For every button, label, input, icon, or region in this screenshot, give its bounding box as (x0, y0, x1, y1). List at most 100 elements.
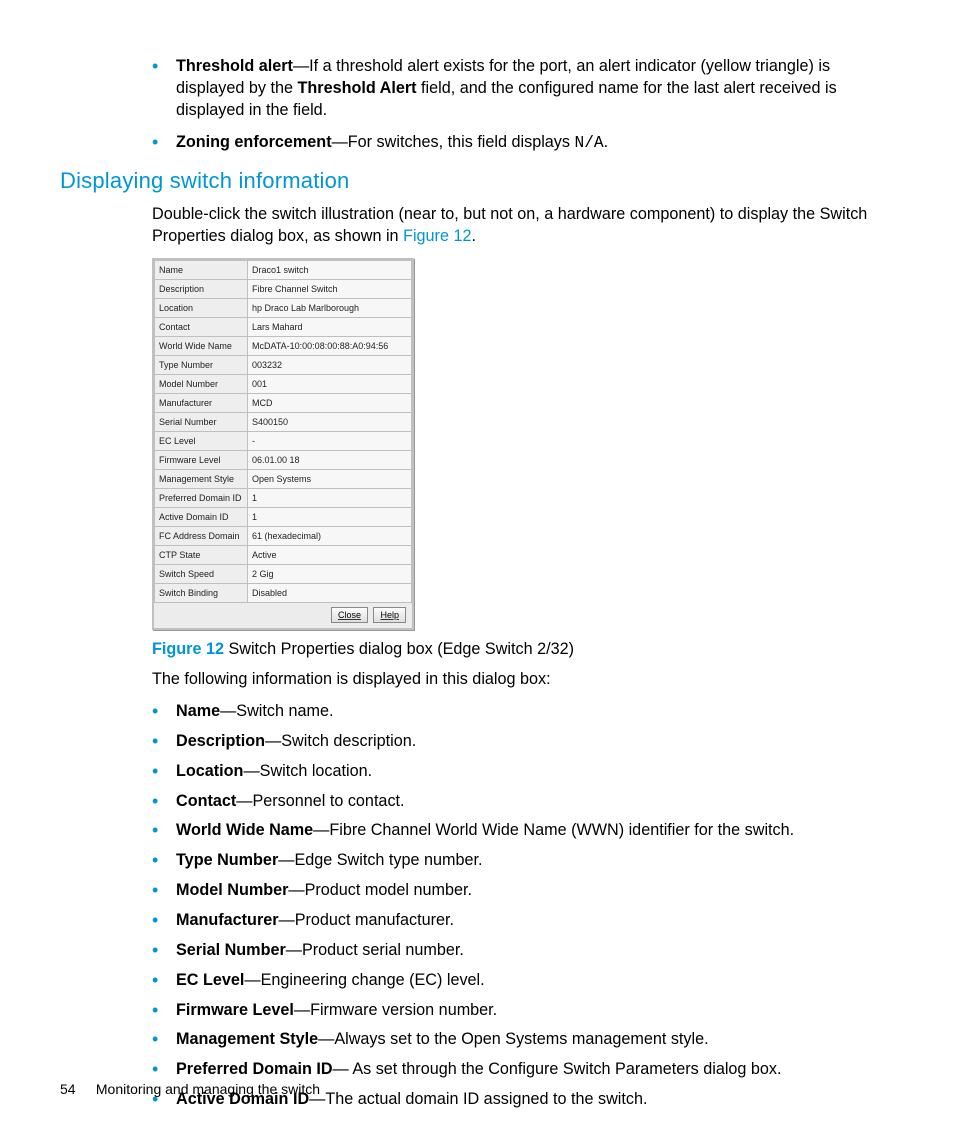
term: Manufacturer (176, 911, 279, 929)
close-button[interactable]: Close (331, 607, 368, 623)
property-value: 003232 (248, 356, 412, 375)
code-text: N/A (575, 134, 604, 152)
property-value: 61 (hexadecimal) (248, 527, 412, 546)
description: — As set through the Configure Switch Pa… (333, 1060, 782, 1078)
list-item: Name—Switch name. (152, 701, 894, 723)
description: —Product manufacturer. (279, 911, 454, 929)
term: Type Number (176, 851, 278, 869)
table-row: FC Address Domain61 (hexadecimal) (155, 527, 412, 546)
table-row: Firmware Level06.01.00 18 (155, 451, 412, 470)
list-item: Threshold alert—If a threshold alert exi… (152, 56, 894, 122)
page-footer: 54 Monitoring and managing the switch (60, 1081, 320, 1097)
term: EC Level (176, 971, 244, 989)
term: Name (176, 702, 220, 720)
term: Serial Number (176, 941, 286, 959)
description: —Product serial number. (286, 941, 464, 959)
property-label: Switch Binding (155, 584, 248, 603)
property-value: S400150 (248, 413, 412, 432)
term: Threshold alert (176, 57, 293, 75)
property-label: Description (155, 280, 248, 299)
table-row: Switch Speed2 Gig (155, 565, 412, 584)
dialog-button-bar: Close Help (154, 603, 412, 628)
list-item: Location—Switch location. (152, 761, 894, 783)
definition-list: Name—Switch name. Description—Switch desc… (60, 701, 894, 1111)
properties-table: NameDraco1 switchDescriptionFibre Channe… (154, 260, 412, 603)
table-row: Locationhp Draco Lab Marlborough (155, 299, 412, 318)
list-item: Management Style—Always set to the Open … (152, 1029, 894, 1051)
page-container: Threshold alert—If a threshold alert exi… (0, 0, 954, 1145)
after-figure-text: The following information is displayed i… (60, 669, 894, 691)
property-value: Draco1 switch (248, 261, 412, 280)
figure-link[interactable]: Figure 12 (403, 227, 471, 245)
table-row: Active Domain ID1 (155, 508, 412, 527)
property-value: 1 (248, 508, 412, 527)
switch-properties-dialog: NameDraco1 switchDescriptionFibre Channe… (152, 258, 414, 630)
table-row: DescriptionFibre Channel Switch (155, 280, 412, 299)
property-value: MCD (248, 394, 412, 413)
property-label: Serial Number (155, 413, 248, 432)
list-item: Description—Switch description. (152, 731, 894, 753)
text: . (604, 133, 609, 151)
table-row: World Wide NameMcDATA-10:00:08:00:88:A0:… (155, 337, 412, 356)
table-row: Serial NumberS400150 (155, 413, 412, 432)
property-value: Disabled (248, 584, 412, 603)
table-row: ManufacturerMCD (155, 394, 412, 413)
footer-title: Monitoring and managing the switch (96, 1081, 320, 1097)
table-row: CTP StateActive (155, 546, 412, 565)
description: —Switch description. (265, 732, 416, 750)
description: —Firmware version number. (294, 1001, 497, 1019)
property-label: Contact (155, 318, 248, 337)
property-label: Active Domain ID (155, 508, 248, 527)
description: —Product model number. (288, 881, 472, 899)
term: Firmware Level (176, 1001, 294, 1019)
table-row: Model Number001 (155, 375, 412, 394)
description: —Engineering change (EC) level. (244, 971, 484, 989)
term: Preferred Domain ID (176, 1060, 333, 1078)
property-value: Lars Mahard (248, 318, 412, 337)
figure-caption: Figure 12 Switch Properties dialog box (… (152, 640, 894, 659)
description: —The actual domain ID assigned to the sw… (309, 1090, 647, 1108)
description: —Personnel to contact. (236, 792, 404, 810)
figure-number: Figure 12 (152, 640, 224, 658)
list-item: EC Level—Engineering change (EC) level. (152, 970, 894, 992)
property-value: Open Systems (248, 470, 412, 489)
section-heading: Displaying switch information (60, 168, 894, 194)
description: —Switch name. (220, 702, 333, 720)
intro-paragraph: Double-click the switch illustration (ne… (60, 204, 894, 248)
property-label: Model Number (155, 375, 248, 394)
table-row: Management StyleOpen Systems (155, 470, 412, 489)
list-item: Model Number—Product model number. (152, 880, 894, 902)
term: Location (176, 762, 243, 780)
term: World Wide Name (176, 821, 313, 839)
list-item: Contact—Personnel to contact. (152, 791, 894, 813)
table-row: NameDraco1 switch (155, 261, 412, 280)
table-row: Type Number003232 (155, 356, 412, 375)
text: —For switches, this field displays (332, 133, 575, 151)
term: Description (176, 732, 265, 750)
text: . (471, 227, 476, 245)
table-row: ContactLars Mahard (155, 318, 412, 337)
property-label: Switch Speed (155, 565, 248, 584)
property-value: McDATA-10:00:08:00:88:A0:94:56 (248, 337, 412, 356)
table-row: Preferred Domain ID1 (155, 489, 412, 508)
description: —Always set to the Open Systems manageme… (318, 1030, 708, 1048)
property-label: Preferred Domain ID (155, 489, 248, 508)
table-row: EC Level- (155, 432, 412, 451)
page-number: 54 (60, 1081, 92, 1097)
property-value: - (248, 432, 412, 451)
term: Management Style (176, 1030, 318, 1048)
help-button[interactable]: Help (373, 607, 406, 623)
list-item: Manufacturer—Product manufacturer. (152, 910, 894, 932)
table-row: Switch BindingDisabled (155, 584, 412, 603)
term: Contact (176, 792, 236, 810)
figure-caption-text: Switch Properties dialog box (Edge Switc… (224, 640, 574, 658)
property-label: Type Number (155, 356, 248, 375)
list-item: Zoning enforcement—For switches, this fi… (152, 132, 894, 155)
list-item: Serial Number—Product serial number. (152, 940, 894, 962)
description: —Edge Switch type number. (278, 851, 482, 869)
list-item: Firmware Level—Firmware version number. (152, 1000, 894, 1022)
property-value: 001 (248, 375, 412, 394)
property-label: Location (155, 299, 248, 318)
property-label: FC Address Domain (155, 527, 248, 546)
text: Double-click the switch illustration (ne… (152, 205, 867, 245)
